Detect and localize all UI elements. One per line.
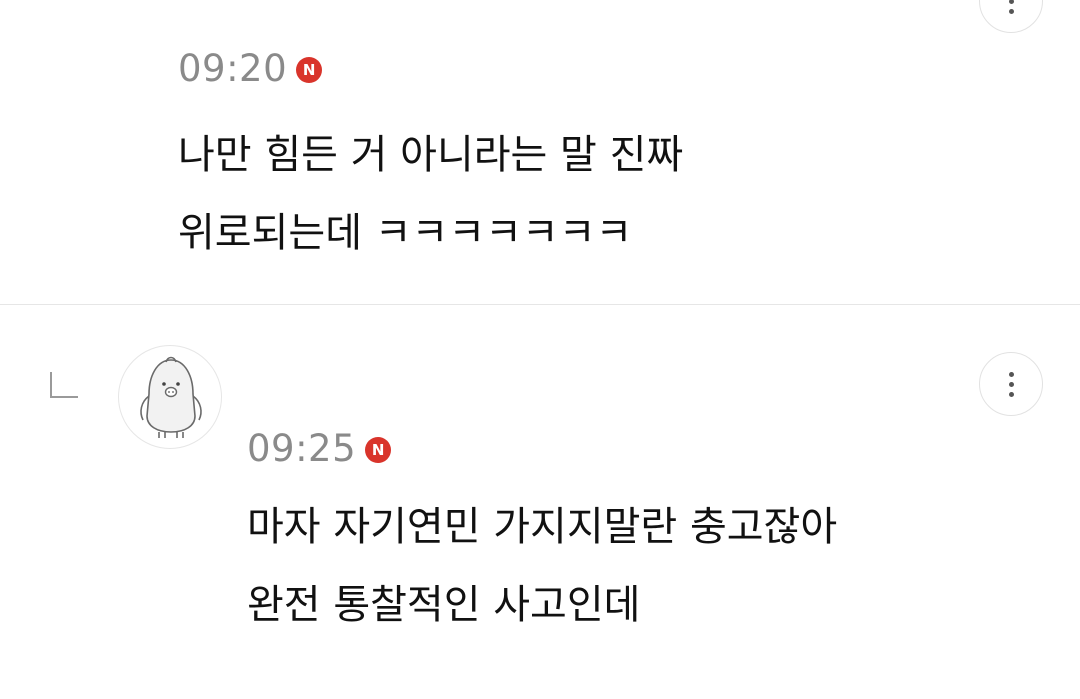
reply-arrow-icon (50, 372, 78, 398)
more-vertical-icon (1008, 0, 1014, 14)
comment-item: 09:20 N 나만 힘든 거 아니라는 말 진짜 위로되는데 ㅋㅋㅋㅋㅋㅋㅋ (0, 0, 1080, 304)
comment-body: 나만 힘든 거 아니라는 말 진짜 위로되는데 ㅋㅋㅋㅋㅋㅋㅋ (178, 116, 683, 272)
comment-time: 09:25 (247, 427, 357, 470)
more-options-button[interactable] (979, 0, 1043, 33)
avatar[interactable] (118, 345, 222, 449)
comment-line: 완전 통찰적인 사고인데 (247, 582, 641, 628)
more-options-button[interactable] (979, 352, 1043, 416)
comment-meta: 09:20 N (178, 46, 323, 92)
comment-line: 위로되는데 ㅋㅋㅋㅋㅋㅋㅋ (178, 210, 633, 256)
comment-line: 마자 자기연민 가지지말란 충고잖아 (247, 504, 838, 550)
comment-line: 나만 힘든 거 아니라는 말 진짜 (178, 132, 684, 178)
new-badge-icon: N (296, 57, 323, 83)
new-badge-icon: N (365, 437, 392, 463)
comment-body: 마자 자기연민 가지지말란 충고잖아 완전 통찰적인 사고인데 (247, 488, 837, 644)
penguin-avatar-icon (140, 356, 202, 438)
comment-time: 09:20 (178, 47, 288, 90)
avatar-placeholder (75, 0, 175, 80)
more-vertical-icon (1008, 371, 1014, 397)
comment-meta: 09:25 N (247, 426, 392, 472)
